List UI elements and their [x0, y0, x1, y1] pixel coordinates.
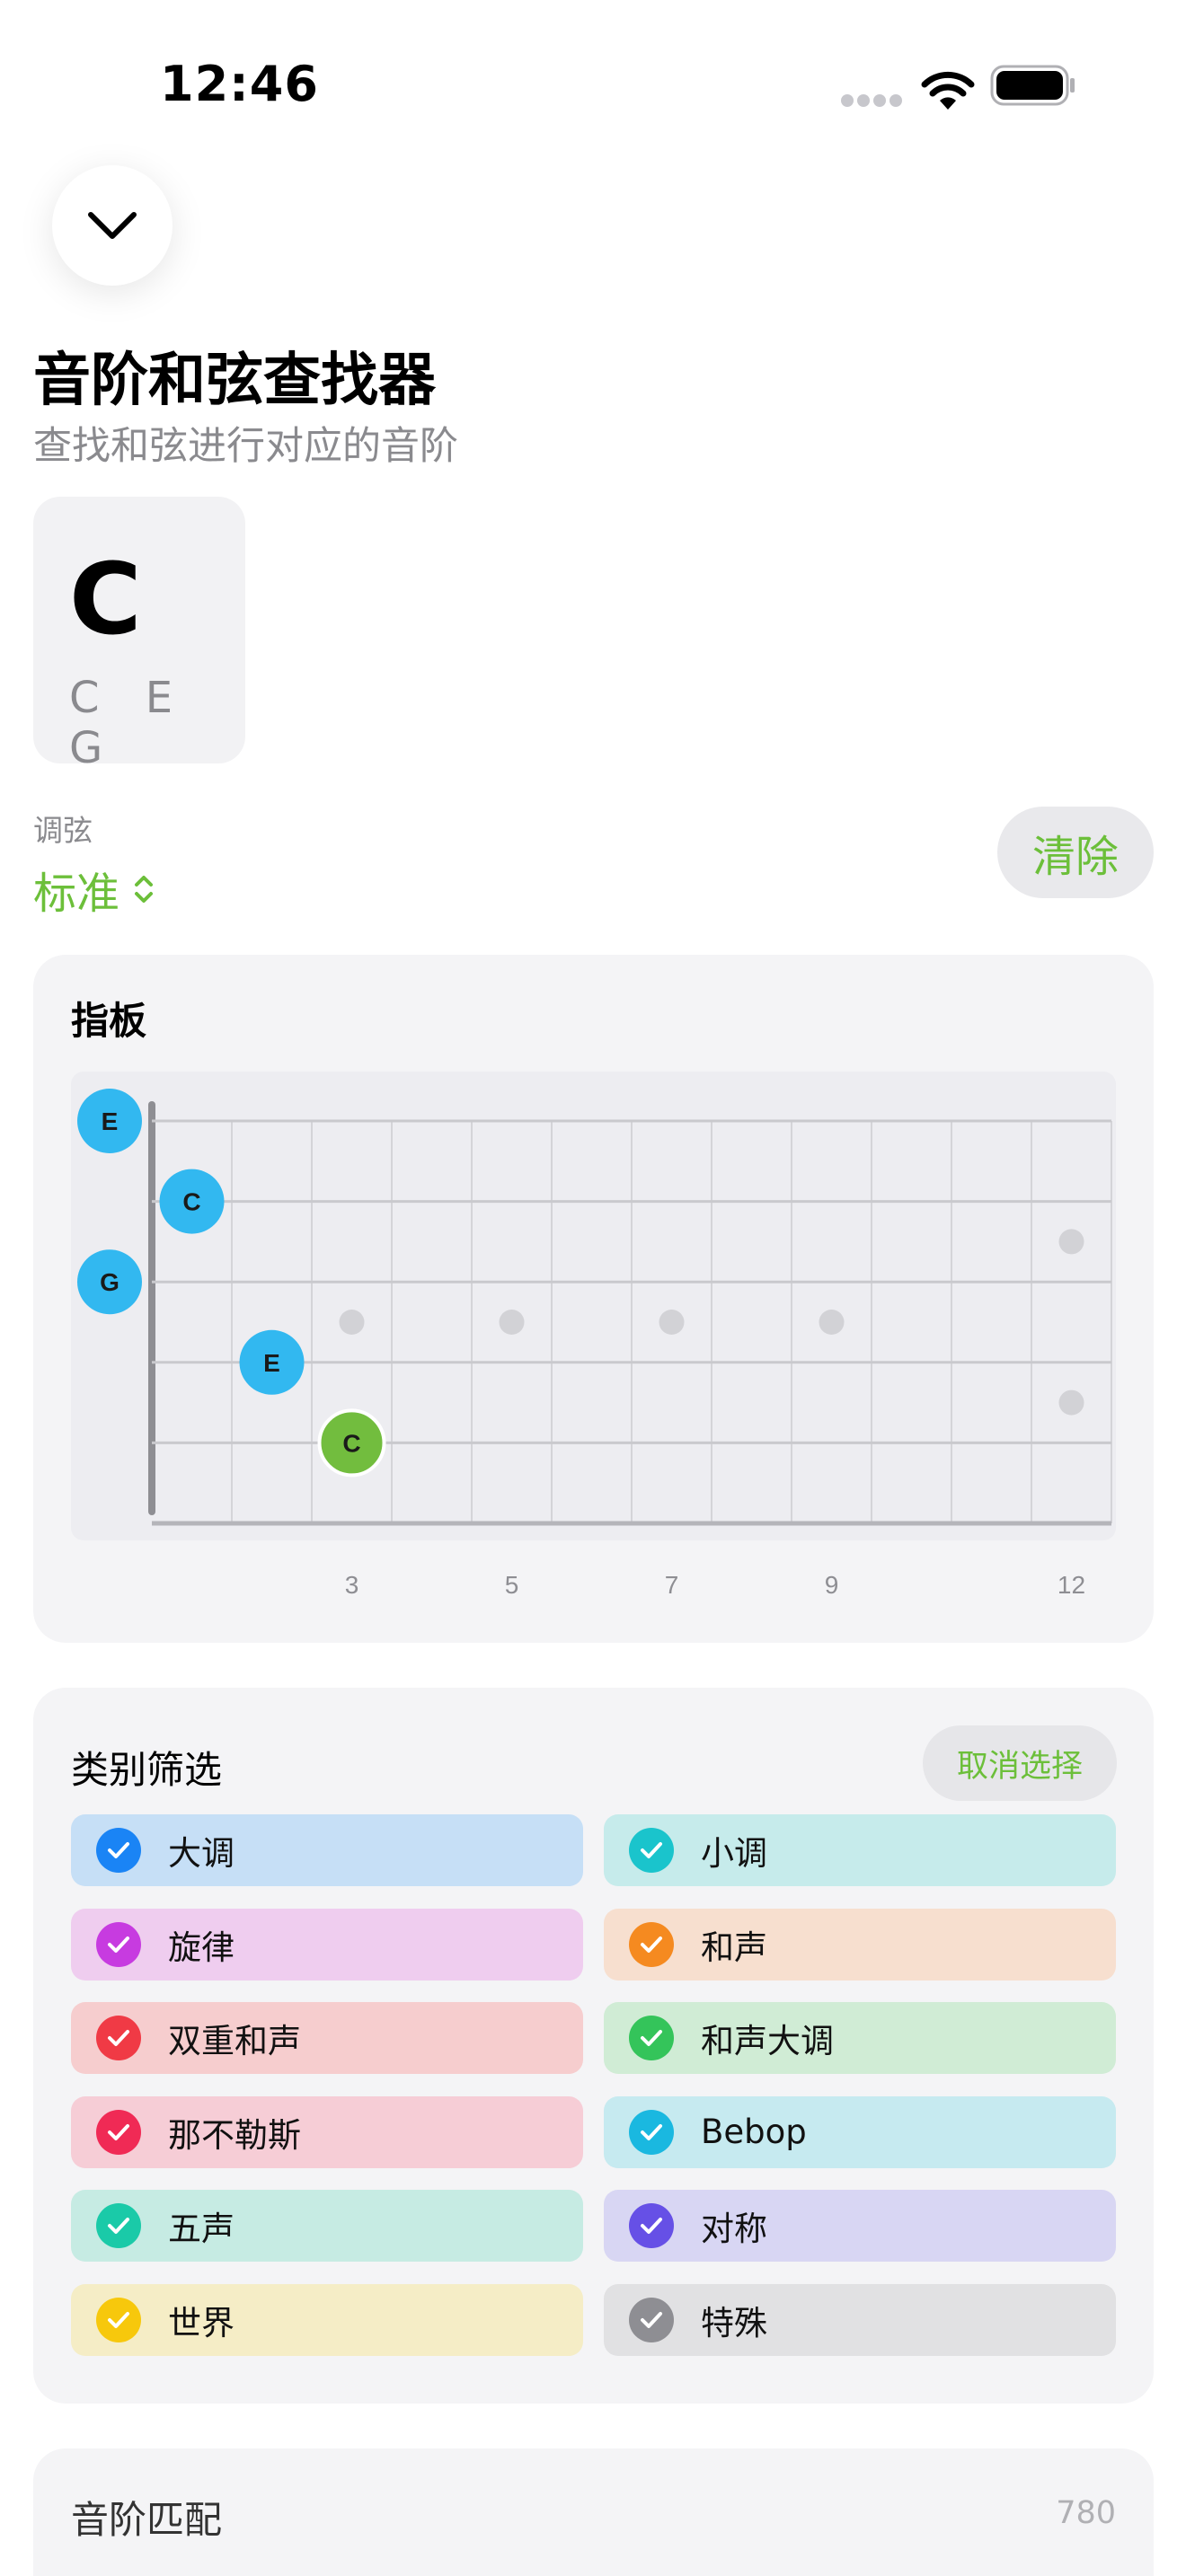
- chord-notes: C E G: [69, 673, 190, 773]
- category-chip-label: 那不勒斯: [168, 2115, 301, 2155]
- checkmark-icon: [629, 1828, 674, 1873]
- dismiss-button[interactable]: [52, 165, 173, 286]
- tuning-picker[interactable]: 标准: [33, 858, 155, 921]
- category-chip-label: 特殊: [701, 2304, 767, 2342]
- clear-button[interactable]: 清除: [997, 807, 1154, 898]
- tuning-value: 标准: [33, 869, 120, 919]
- fretboard-background: [71, 1072, 1116, 1540]
- note-marker-label: G: [100, 1268, 119, 1296]
- page-title: 音阶和弦查找器: [33, 348, 436, 414]
- category-chip-label: 五声: [168, 2210, 235, 2249]
- note-marker-label: C: [342, 1429, 360, 1457]
- category-chip[interactable]: Bebop: [604, 2095, 1116, 2168]
- fretboard[interactable]: 3 5 7 9 12 E C G E C: [33, 955, 1154, 1643]
- filter-title: 类别筛选: [71, 1748, 223, 1792]
- category-chip[interactable]: 和声: [604, 1908, 1116, 1981]
- status-time: 12:46: [160, 56, 319, 112]
- chord-name: C: [69, 542, 142, 657]
- category-chip-label: 和声大调: [701, 2022, 834, 2061]
- category-chip[interactable]: 特殊: [604, 2284, 1116, 2356]
- fret-number-label: 7: [665, 1571, 679, 1599]
- category-chip[interactable]: 旋律: [71, 1908, 583, 1981]
- category-chip[interactable]: 世界: [71, 2284, 583, 2356]
- checkmark-icon: [96, 1828, 141, 1873]
- note-marker-label: C: [182, 1188, 200, 1216]
- checkmark-icon: [96, 2109, 141, 2155]
- checkmark-icon: [629, 2109, 674, 2155]
- page-subtitle: 查找和弦进行对应的音阶: [33, 424, 458, 469]
- checkmark-icon: [629, 2203, 674, 2249]
- checkmark-icon: [96, 2016, 141, 2061]
- category-chip[interactable]: 小调: [604, 1814, 1116, 1886]
- status-bar: 12:46: [0, 0, 1186, 171]
- fret-number-label: 9: [825, 1571, 839, 1599]
- category-chip[interactable]: 那不勒斯: [71, 2095, 583, 2168]
- checkmark-icon: [629, 1921, 674, 1967]
- fret-number-label: 3: [345, 1571, 359, 1599]
- battery-icon: [990, 65, 1075, 106]
- category-filter-card: 类别筛选 取消选择 大调 小调旋律 和声双重和声 和声大调那不勒斯 Bebop 五声 对称世…: [33, 1688, 1154, 2404]
- fret-marker-dot: [819, 1310, 845, 1335]
- fret-marker-dot: [339, 1310, 365, 1335]
- fret-marker-dot: [1058, 1229, 1084, 1255]
- note-marker-label: E: [102, 1107, 119, 1135]
- category-chip-label: 旋律: [168, 1928, 235, 1967]
- category-chip[interactable]: 五声: [71, 2190, 583, 2263]
- wifi-icon: [921, 71, 975, 110]
- category-chip[interactable]: 对称: [604, 2190, 1116, 2263]
- fret-marker-dot: [659, 1310, 685, 1335]
- category-chip-label: 大调: [168, 1834, 235, 1873]
- category-chip-label: Bebop: [701, 2113, 807, 2152]
- match-title: 音阶匹配: [71, 2498, 223, 2542]
- category-chip-label: 双重和声: [168, 2022, 301, 2061]
- checkmark-icon: [96, 1921, 141, 1967]
- category-chip[interactable]: 和声大调: [604, 2002, 1116, 2075]
- category-chip-label: 世界: [168, 2304, 235, 2342]
- scale-match-card[interactable]: 音阶匹配 780: [33, 2448, 1154, 2576]
- checkmark-icon: [96, 2203, 141, 2249]
- checkmark-icon: [629, 2298, 674, 2342]
- checkmark-icon: [96, 2298, 141, 2342]
- deselect-all-button[interactable]: 取消选择: [923, 1725, 1117, 1801]
- fret-number-label: 5: [505, 1571, 519, 1599]
- category-chip-label: 小调: [701, 1834, 767, 1873]
- match-count: 780: [1056, 2495, 1116, 2531]
- category-chip-label: 对称: [701, 2210, 767, 2249]
- category-chip[interactable]: 双重和声: [71, 2002, 583, 2075]
- fret-number-label: 12: [1058, 1571, 1085, 1599]
- category-chip[interactable]: 大调: [71, 1814, 583, 1886]
- chevron-up-down-icon: [135, 876, 154, 903]
- tuning-label: 调弦: [33, 813, 93, 848]
- category-chip-label: 和声: [701, 1928, 767, 1967]
- fret-marker-dot: [1058, 1389, 1084, 1416]
- checkmark-icon: [629, 2016, 674, 2061]
- note-marker-label: E: [263, 1349, 280, 1377]
- fret-marker-dot: [499, 1310, 525, 1335]
- fretboard-card: 指板 3 5 7 9 12 E C G E C: [33, 955, 1154, 1643]
- cellular-signal-icon: [841, 93, 906, 110]
- chord-card[interactable]: C C E G: [33, 497, 245, 773]
- chevron-down-icon: [88, 212, 137, 239]
